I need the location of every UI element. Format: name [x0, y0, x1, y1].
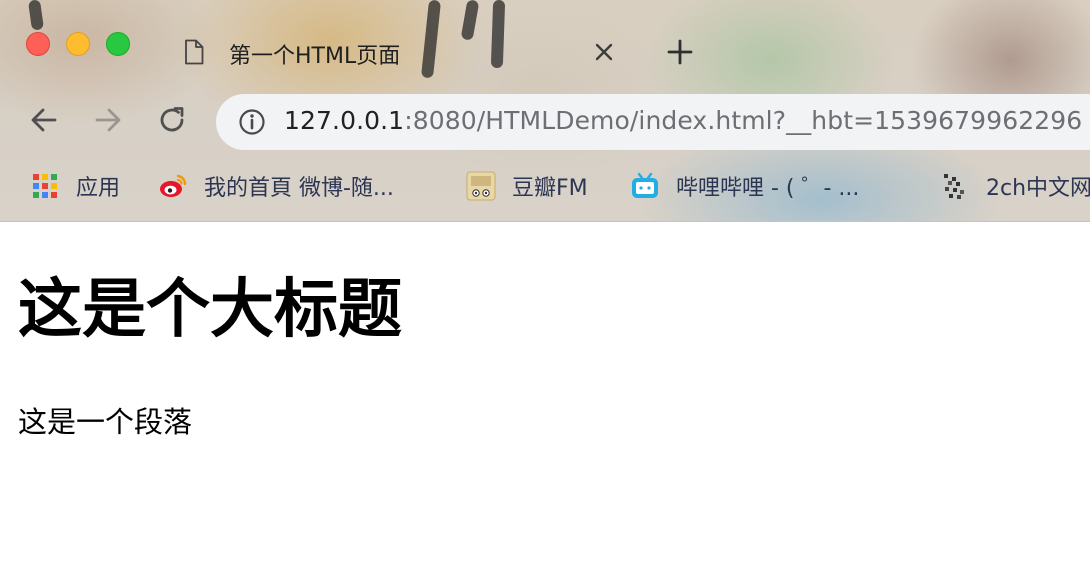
page-heading: 这是个大标题 — [18, 273, 402, 347]
weibo-icon — [160, 174, 187, 197]
bilibili-icon — [632, 172, 658, 198]
bookmark-2ch[interactable]: 2ch中文网 — [940, 168, 1090, 204]
bookmark-label: 哔哩哔哩 - ( ゜- ... — [676, 176, 860, 201]
bookmark-label: 2ch中文网 — [986, 176, 1090, 201]
close-tab-icon[interactable] — [593, 41, 615, 63]
page-paragraph: 这是一个段落 — [18, 405, 193, 439]
back-arrow-icon[interactable] — [28, 104, 60, 136]
tab-title: 第一个HTML页面 — [229, 44, 401, 69]
page-content: 这是个大标题 这是一个段落 — [0, 222, 1090, 568]
window-maximize-button[interactable] — [106, 32, 130, 56]
document-icon — [185, 39, 204, 65]
window-close-button[interactable] — [26, 32, 50, 56]
browser-tab[interactable]: 第一个HTML页面 — [165, 22, 635, 82]
new-tab-icon[interactable] — [667, 39, 693, 65]
bookmark-douban-fm[interactable]: 豆瓣FM — [466, 168, 588, 204]
site-info-icon[interactable] — [238, 108, 266, 136]
bookmark-label: 应用 — [76, 176, 121, 201]
window-minimize-button[interactable] — [66, 32, 90, 56]
bookmark-apps[interactable]: 应用 — [30, 168, 120, 204]
forward-arrow-icon[interactable] — [92, 104, 124, 136]
url-host: 127.0.0.1 — [284, 106, 405, 135]
wallpaper-decoration — [27, 0, 45, 31]
douban-fm-icon — [466, 171, 496, 201]
bookmark-label: 我的首頁 微博-随... — [204, 176, 394, 201]
apps-grid-icon — [33, 174, 57, 198]
bookmark-weibo[interactable]: 我的首頁 微博-随... — [158, 168, 394, 204]
url-path: :8080/HTMLDemo/index.html?__hbt=15396799… — [404, 106, 1083, 135]
reload-icon[interactable] — [156, 104, 188, 136]
address-bar[interactable]: 127.0.0.1:8080/HTMLDemo/index.html?__hbt… — [216, 94, 1090, 150]
2ch-icon — [944, 174, 964, 199]
bookmark-bilibili[interactable]: 哔哩哔哩 - ( ゜- ... — [630, 168, 859, 204]
browser-chrome: 第一个HTML页面 127.0.0.1:8080/HTMLDemo/index.… — [0, 0, 1090, 222]
url-text[interactable]: 127.0.0.1:8080/HTMLDemo/index.html?__hbt… — [284, 106, 1082, 135]
bookmark-label: 豆瓣FM — [512, 176, 588, 201]
bookmarks-bar: 应用 我的首頁 微博-随... 豆瓣FM 哔哩哔哩 - (゜- ... 2ch… — [0, 160, 1090, 212]
